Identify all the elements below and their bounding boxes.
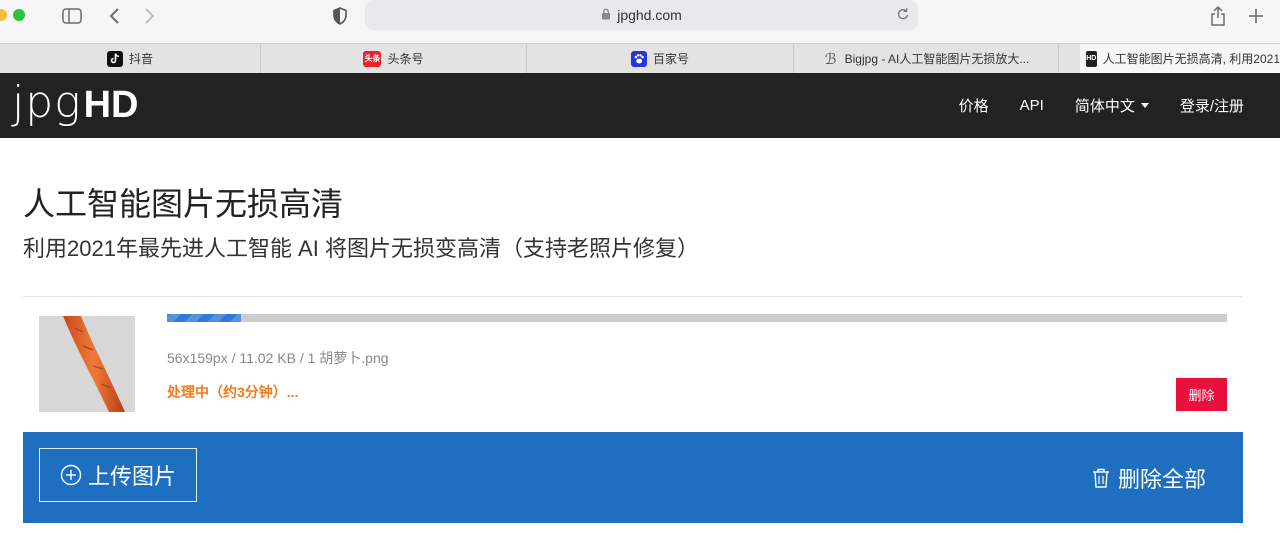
reload-icon[interactable] — [896, 6, 910, 25]
delete-all-button[interactable]: 删除全部 — [1092, 462, 1206, 494]
upload-image-button[interactable]: 上传图片 — [39, 448, 197, 502]
caret-down-icon — [1140, 103, 1149, 108]
browser-toolbar: jpghd.com — [0, 0, 1280, 43]
plus-circle-icon — [60, 464, 82, 486]
forward-arrow-icon[interactable] — [140, 4, 160, 28]
address-bar[interactable]: jpghd.com — [365, 0, 918, 30]
logo-hd-text: HD — [83, 84, 139, 126]
divider — [23, 296, 1243, 297]
lock-icon — [601, 7, 611, 23]
jpghd-logo[interactable]: jpg HD — [12, 77, 138, 128]
main-nav: 价格 API 简体中文 登录/注册 — [959, 73, 1244, 138]
tab-toutiao[interactable]: 头条 头条号 — [261, 44, 527, 73]
share-icon[interactable] — [1206, 4, 1230, 28]
processing-status: 处理中（约3分钟）... — [167, 384, 299, 400]
language-label: 简体中文 — [1074, 98, 1135, 115]
url-text: jpghd.com — [617, 7, 682, 23]
zoom-window-button[interactable] — [13, 9, 25, 21]
sidebar-toggle-icon[interactable] — [60, 4, 84, 28]
tab-label: 人工智能图片无损高清, 利用2021 — [1102, 52, 1280, 66]
processing-progress-bar — [167, 314, 1227, 322]
upload-label: 上传图片 — [87, 464, 176, 489]
progress-fill — [167, 314, 242, 322]
minimize-window-button[interactable] — [0, 9, 7, 21]
tiktok-icon — [106, 50, 123, 67]
privacy-shield-icon[interactable] — [328, 4, 352, 28]
tab-douyin[interactable]: 抖音 — [0, 44, 261, 73]
nav-api-link[interactable]: API — [1020, 97, 1044, 114]
nav-pricing-link[interactable]: 价格 — [959, 95, 989, 116]
bigjpg-b-icon: ℬ — [824, 49, 837, 68]
tab-label: 抖音 — [128, 52, 153, 66]
delete-all-label: 删除全部 — [1117, 467, 1206, 492]
page-subtitle: 利用2021年最先进人工智能 AI 将图片无损变高清（支持老照片修复） — [23, 236, 699, 261]
tab-bar: 抖音 头条 头条号 百家号 ℬ Bigjpg - AI人工智能图片无损放大...… — [0, 43, 1280, 74]
file-info: 56x159px / 11.02 KB / 1 胡萝卜.png — [167, 350, 389, 366]
jpghd-icon: HD — [1086, 50, 1097, 67]
image-thumbnail — [39, 316, 135, 412]
tab-jpghd-active[interactable]: HD 人工智能图片无损高清, 利用2021 — [1080, 44, 1280, 73]
tab-label: Bigjpg - AI人工智能图片无损放大... — [844, 52, 1030, 66]
page-title: 人工智能图片无损高清 — [23, 186, 344, 222]
tab-label: 百家号 — [652, 52, 689, 66]
tab-baijiahao[interactable]: 百家号 — [527, 44, 794, 73]
baijiahao-paw-icon — [630, 50, 647, 67]
toutiao-icon: 头条 — [363, 50, 382, 67]
upload-toolbar: 上传图片 删除全部 — [23, 432, 1243, 523]
trash-icon — [1092, 468, 1110, 488]
tab-label: 头条号 — [387, 52, 424, 66]
nav-login-link[interactable]: 登录/注册 — [1180, 95, 1244, 116]
site-header: jpg HD 价格 API 简体中文 登录/注册 — [0, 73, 1280, 138]
tab-bigjpg[interactable]: ℬ Bigjpg - AI人工智能图片无损放大... — [794, 44, 1059, 73]
new-tab-plus-icon[interactable] — [1244, 4, 1268, 28]
nav-language-dropdown[interactable]: 简体中文 — [1075, 95, 1149, 116]
delete-button[interactable]: 删除 — [1176, 378, 1227, 411]
back-arrow-icon[interactable] — [104, 4, 124, 28]
logo-jpg-text: jpg — [12, 77, 82, 128]
